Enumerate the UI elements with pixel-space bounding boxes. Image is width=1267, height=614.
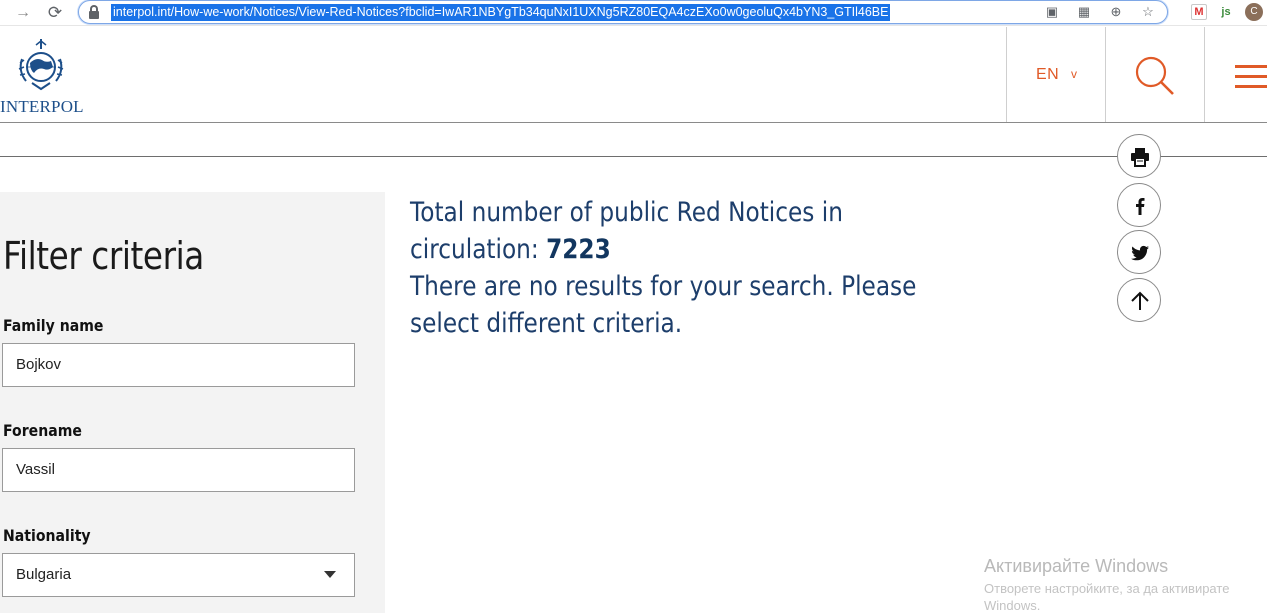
chevron-down-icon: v <box>1071 67 1078 81</box>
divider <box>0 156 1267 157</box>
facebook-icon <box>1136 198 1145 215</box>
print-icon <box>1131 148 1149 167</box>
js-extension-icon[interactable]: js <box>1215 2 1237 22</box>
windows-activation-subtitle: Отворете настройките, за да активирате W… <box>984 581 1230 613</box>
print-button[interactable] <box>1117 134 1161 178</box>
back-to-top-button[interactable] <box>1117 278 1161 322</box>
search-icon <box>1135 56 1174 95</box>
language-selector[interactable]: EN v <box>1006 27 1106 122</box>
cast-icon[interactable]: ▣ <box>1043 3 1061 21</box>
nationality-value: Bulgaria <box>16 566 72 583</box>
globe-emblem-icon <box>18 39 64 91</box>
windows-activation-title: Активирайте Windows <box>984 556 1169 576</box>
hamburger-icon <box>1235 75 1267 78</box>
total-count: 7223 <box>546 234 611 265</box>
filter-panel: Filter criteria Family name Bojkov Foren… <box>0 192 385 613</box>
forward-icon[interactable]: → <box>12 2 34 24</box>
hamburger-icon <box>1235 85 1267 88</box>
gmail-extension-icon[interactable]: M <box>1191 4 1207 20</box>
hamburger-icon <box>1235 65 1267 68</box>
address-bar[interactable]: interpol.int/How-we-work/Notices/View-Re… <box>78 0 1168 24</box>
arrow-up-icon <box>1131 291 1149 310</box>
reload-icon[interactable]: ⟳ <box>44 2 66 24</box>
logo-wordmark: INTERPOL <box>0 97 84 116</box>
translate-icon[interactable]: ▦ <box>1075 3 1093 21</box>
url-text[interactable]: interpol.int/How-we-work/Notices/View-Re… <box>111 4 891 21</box>
search-button[interactable] <box>1105 27 1205 122</box>
zoom-icon[interactable]: ⊕ <box>1107 3 1125 21</box>
star-icon[interactable]: ☆ <box>1139 3 1157 21</box>
family-name-input[interactable]: Bojkov <box>2 343 355 387</box>
site-header: INTERPOL EN v <box>0 27 1267 123</box>
facebook-share-button[interactable] <box>1117 183 1161 227</box>
forename-label: Forename <box>3 421 82 440</box>
nationality-label: Nationality <box>3 526 91 545</box>
profile-avatar[interactable]: C <box>1245 3 1263 21</box>
interpol-logo[interactable]: INTERPOL <box>0 39 90 119</box>
forename-input[interactable]: Vassil <box>2 448 355 492</box>
family-name-label: Family name <box>3 316 104 335</box>
search-result-message: Total number of public Red Notices in ci… <box>410 194 943 342</box>
language-label: EN <box>1036 66 1060 83</box>
no-results-text: There are no results for your search. Pl… <box>410 271 917 339</box>
twitter-icon <box>1131 245 1149 261</box>
filter-title: Filter criteria <box>3 234 204 278</box>
menu-button[interactable] <box>1204 27 1267 122</box>
caret-down-icon <box>324 571 336 578</box>
total-label: Total number of public Red Notices in ci… <box>410 197 843 265</box>
twitter-share-button[interactable] <box>1117 230 1161 274</box>
nationality-select[interactable]: Bulgaria <box>2 553 355 597</box>
browser-toolbar: → ⟳ interpol.int/How-we-work/Notices/Vie… <box>0 0 1267 26</box>
lock-icon[interactable] <box>89 5 99 19</box>
